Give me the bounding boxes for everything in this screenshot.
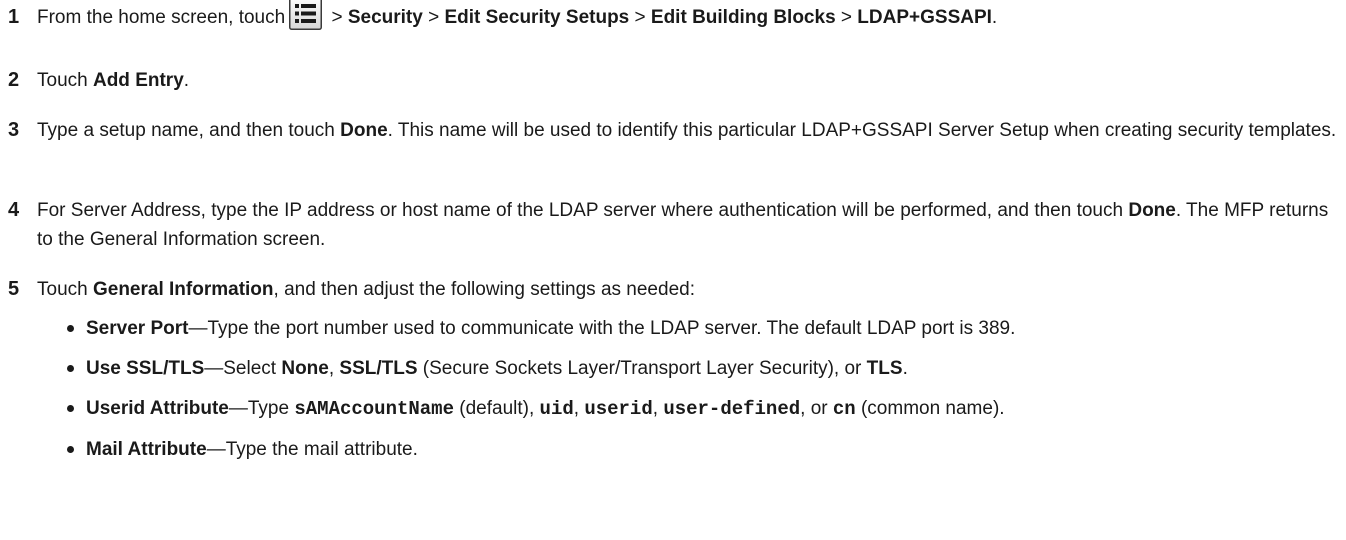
option-ssl-tls: SSL/TLS	[339, 358, 418, 379]
setting-description: (default),	[454, 398, 540, 419]
punctuation: .	[902, 358, 908, 379]
code-value: sAMAccountName	[294, 398, 454, 420]
settings-list: Server Port—Type the port number used to…	[67, 314, 1338, 475]
punctuation: ,	[573, 398, 585, 419]
list-item-mail-attribute: Mail Attribute—Type the mail attribute.	[67, 435, 1338, 464]
step-text-segment: For Server Address, type the IP address …	[37, 200, 1129, 221]
step-text: For Server Address, type the IP address …	[37, 196, 1338, 254]
code-value: userid	[584, 398, 653, 420]
code-value: uid	[539, 398, 574, 420]
setting-description: —Type the mail attribute.	[206, 439, 418, 460]
menu-path-edit-building-blocks: Edit Building Blocks	[650, 7, 836, 28]
ui-term-done: Done	[340, 120, 388, 141]
punctuation: .	[991, 7, 998, 28]
menu-path-ldap-gssapi: LDAP+GSSAPI	[857, 7, 992, 28]
setting-description: (Secure Sockets Layer/Transport Layer Se…	[417, 358, 867, 379]
step-text-segment: . This name will be used to identify thi…	[387, 120, 1337, 141]
code-value: cn	[832, 398, 856, 420]
step-number: 2	[8, 69, 20, 91]
step-text-segment: Touch	[37, 70, 93, 91]
list-item-server-port: Server Port—Type the port number used to…	[67, 314, 1338, 343]
step-number: 1	[8, 6, 20, 28]
separator: >	[326, 7, 348, 28]
setting-description: —Type	[228, 398, 295, 419]
code-value: user-defined	[663, 398, 801, 420]
setting-term: Mail Attribute	[86, 439, 207, 460]
ui-term-done: Done	[1128, 200, 1176, 221]
separator: >	[835, 7, 858, 28]
menu-list-icon	[289, 0, 323, 31]
punctuation: ,	[652, 398, 664, 419]
option-none: None	[281, 358, 329, 379]
step-text-segment: From the home screen, touch	[37, 7, 286, 28]
bullet-icon	[67, 405, 74, 412]
ui-term-general-information: General Information	[92, 279, 274, 300]
step-text-segment: , and then adjust the following settings…	[273, 279, 695, 300]
step-number: 3	[8, 119, 20, 141]
bullet-icon	[67, 325, 74, 332]
separator: >	[422, 7, 445, 28]
step-text-segment: Touch	[37, 279, 93, 300]
punctuation: ,	[328, 358, 340, 379]
setting-term: Use SSL/TLS	[86, 358, 205, 379]
step-text-segment: Type a setup name, and then touch	[37, 120, 341, 141]
step-number: 5	[8, 278, 20, 300]
step-number: 4	[8, 199, 20, 221]
setting-description: —Type the port number used to communicat…	[188, 318, 1016, 339]
step-text: Type a setup name, and then touch Done. …	[37, 116, 1338, 145]
step-text: From the home screen, touch > Security >…	[37, 0, 1338, 32]
separator: >	[629, 7, 651, 28]
bullet-icon	[67, 446, 74, 453]
ui-term-add-entry: Add Entry	[92, 70, 184, 91]
step-text: Touch Add Entry.	[37, 66, 1338, 95]
bullet-icon	[67, 365, 74, 372]
option-tls: TLS	[866, 358, 903, 379]
menu-path-security: Security	[347, 7, 423, 28]
setting-description: , or	[800, 398, 833, 419]
menu-path-edit-security-setups: Edit Security Setups	[444, 7, 630, 28]
list-item-userid-attribute: Userid Attribute—Type sAMAccountName (de…	[67, 394, 1338, 424]
step-text: Touch General Information, and then adju…	[37, 275, 1338, 304]
setting-description: —Select	[204, 358, 282, 379]
punctuation: .	[183, 70, 190, 91]
setting-term: Server Port	[86, 318, 189, 339]
setting-term: Userid Attribute	[86, 398, 229, 419]
list-item-use-ssl-tls: Use SSL/TLS—Select None, SSL/TLS (Secure…	[67, 354, 1338, 383]
setting-description: (common name).	[855, 398, 1005, 419]
